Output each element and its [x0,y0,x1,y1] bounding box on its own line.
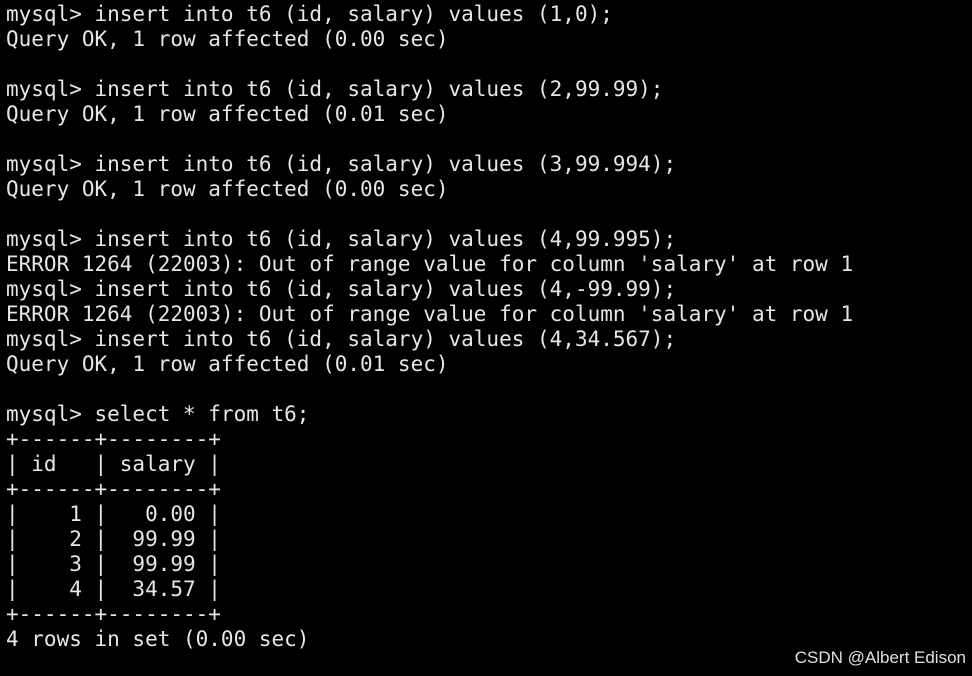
terminal-line: mysql> insert into t6 (id, salary) value… [6,327,677,351]
result-table-border: +------+--------+ [6,427,221,451]
result-table-row: | 1 | 0.00 | [6,502,221,526]
terminal-line: mysql> insert into t6 (id, salary) value… [6,2,613,26]
result-table-border: +------+--------+ [6,477,221,501]
terminal-line: mysql> insert into t6 (id, salary) value… [6,277,677,301]
result-table-row: | 2 | 99.99 | [6,527,221,551]
terminal-line: ERROR 1264 (22003): Out of range value f… [6,302,854,326]
terminal-line: mysql> select * from t6; [6,402,310,426]
result-table-header: | id | salary | [6,452,221,476]
terminal-line: mysql> insert into t6 (id, salary) value… [6,152,677,176]
watermark: CSDN @Albert Edison [794,648,966,667]
result-table-row: | 3 | 99.99 | [6,552,221,576]
terminal-line: Query OK, 1 row affected (0.01 sec) [6,102,449,126]
terminal-line: mysql> insert into t6 (id, salary) value… [6,227,677,251]
terminal-line: Query OK, 1 row affected (0.00 sec) [6,177,449,201]
result-table-row: | 4 | 34.57 | [6,577,221,601]
terminal-line: Query OK, 1 row affected (0.00 sec) [6,27,449,51]
terminal-line: mysql> insert into t6 (id, salary) value… [6,77,664,101]
result-table-border: +------+--------+ [6,602,221,626]
terminal-output[interactable]: mysql> insert into t6 (id, salary) value… [6,0,972,676]
terminal-line: Query OK, 1 row affected (0.01 sec) [6,352,449,376]
terminal-line: ERROR 1264 (22003): Out of range value f… [6,252,854,276]
